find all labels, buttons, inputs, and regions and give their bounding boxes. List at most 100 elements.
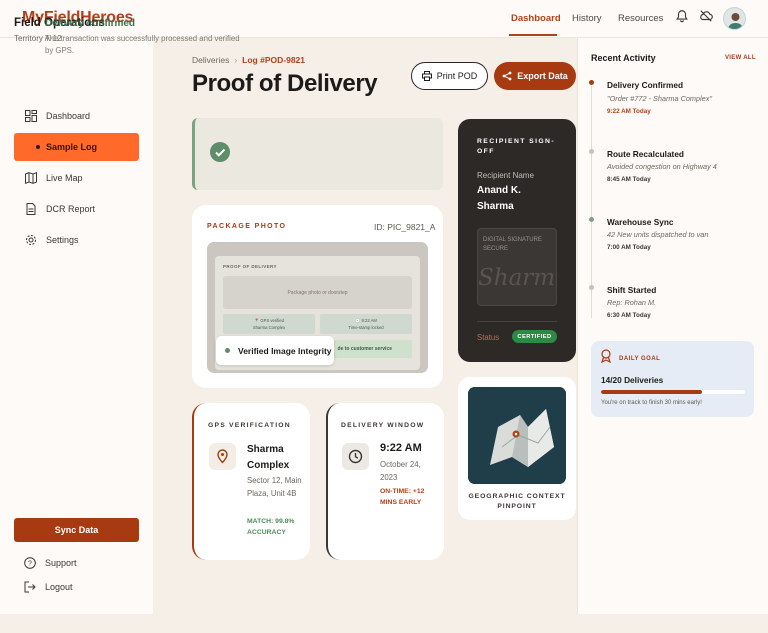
sidebar-item-settings[interactable]: Settings <box>14 226 139 254</box>
logout-link[interactable]: Logout <box>24 581 73 593</box>
map-icon <box>25 172 37 184</box>
goal-medal-icon <box>601 349 611 363</box>
timeline-dot <box>589 149 594 154</box>
recipient-name: Anand K. Sharma <box>477 185 521 212</box>
share-icon <box>502 71 512 81</box>
sidebar-item-label: Settings <box>46 235 79 245</box>
sidebar-item-label: Sample Log <box>46 142 98 152</box>
cloud-off-icon[interactable] <box>699 9 713 23</box>
photo-id: ID: PIC_9821_A <box>374 222 436 232</box>
nav-history[interactable]: History <box>572 13 602 24</box>
delivery-confirmed-banner <box>192 118 443 190</box>
activity-time: 6:30 AM Today <box>607 312 651 319</box>
nav-resources[interactable]: Resources <box>618 13 663 24</box>
activity-panel <box>577 38 768 614</box>
certified-badge: CERTIFIED <box>512 330 557 343</box>
logout-label: Logout <box>45 582 73 592</box>
svg-text:?: ? <box>28 561 32 568</box>
daily-goal-progress-fill <box>601 390 702 394</box>
signature-box[interactable]: DIGITAL SIGNATURE SECURE Sharma <box>477 228 557 306</box>
view-all-link[interactable]: VIEW ALL <box>725 55 756 61</box>
sync-data-button[interactable]: Sync Data <box>14 518 139 542</box>
map-caption: GEOGRAPHIC CONTEXT PINPOINT <box>468 493 566 510</box>
geographic-map-image[interactable] <box>468 387 566 484</box>
delivery-date: October 24, 2023 <box>380 460 421 482</box>
delivery-time: 9:22 AM <box>380 442 422 454</box>
timeline-dot <box>589 285 594 290</box>
signature-caption: DIGITAL SIGNATURE SECURE <box>483 237 542 252</box>
clock-icon <box>342 443 369 470</box>
dashboard-icon <box>25 110 37 122</box>
bell-icon[interactable] <box>675 9 689 23</box>
help-icon: ? <box>24 557 36 569</box>
nav-active-underline <box>509 34 557 36</box>
page-title: Proof of Delivery <box>192 70 378 97</box>
export-data-button[interactable]: Export Data <box>494 62 576 90</box>
activity-title: Warehouse Sync <box>607 217 674 227</box>
activity-time: 9:22 AM Today <box>607 108 651 115</box>
timeline-line <box>591 86 592 318</box>
status-dot-icon <box>225 348 230 353</box>
photo-inner-title: PROOF OF DELIVERY <box>223 264 277 269</box>
folded-map-icon <box>468 387 566 484</box>
signature-image: Sharma <box>478 265 556 291</box>
package-photo-label: PACKAGE PHOTO <box>207 223 287 230</box>
print-pod-button[interactable]: Print POD <box>411 62 488 90</box>
sidebar-item-dashboard[interactable]: Dashboard <box>14 102 139 130</box>
sidebar-item-label: Dashboard <box>46 111 91 121</box>
nav-dashboard[interactable]: Dashboard <box>511 13 561 24</box>
document-icon <box>26 203 36 215</box>
timeline-dot <box>589 80 594 85</box>
photo-inner-drop: Package photo or doorstep <box>223 276 412 309</box>
user-avatar[interactable] <box>723 7 746 30</box>
daily-goal-label: DAILY GOAL <box>619 356 661 362</box>
recent-activity-title: Recent Activity <box>591 53 656 63</box>
confirmation-title: Delivery confirmed <box>45 18 136 29</box>
printer-icon <box>421 71 432 81</box>
timeline-dot <box>589 217 594 222</box>
print-pod-label: Print POD <box>436 71 478 81</box>
support-link[interactable]: ? Support <box>24 557 77 569</box>
breadcrumb-current: Log #POD-9821 <box>242 55 305 65</box>
export-data-label: Export Data <box>517 71 568 81</box>
gps-address: Sector 12, Main Plaza, Unit 4B <box>247 476 302 498</box>
photo-inner-chip-gps: 📍 GPS verified Sharma Complex <box>223 314 315 334</box>
recipient-signoff-label: RECIPIENT SIGN-OFF <box>477 138 556 155</box>
divider <box>477 321 557 322</box>
daily-goal-note: You're on track to finish 30 mins early! <box>601 400 702 406</box>
sidebar-item-dcr-report[interactable]: DCR Report <box>14 195 139 223</box>
daily-goal-value: 14/20 Deliveries <box>601 375 664 385</box>
dot-icon <box>36 145 40 149</box>
activity-title: Route Recalculated <box>607 149 684 159</box>
avatar-person-icon <box>728 13 743 29</box>
activity-desc: Rep: Rohan M. <box>607 298 657 307</box>
location-pin-icon <box>209 443 236 470</box>
activity-title: Delivery Confirmed <box>607 80 684 90</box>
verified-label: Verified Image Integrity <box>238 345 332 356</box>
verified-integrity-badge: Verified Image Integrity <box>216 336 334 365</box>
photo-inner-chip-time: 🕘 9:22 AM Time-stamp locked <box>320 314 412 334</box>
check-circle-icon <box>210 142 230 162</box>
sidebar-item-label: DCR Report <box>46 204 96 214</box>
sidebar-item-label: Live Map <box>46 173 83 183</box>
on-time-status: ON-TIME: +12 MINS EARLY <box>380 488 425 506</box>
signoff-status-label: Status <box>477 333 500 342</box>
gps-match-accuracy: MATCH: 99.8% ACCURACY <box>247 518 295 536</box>
logout-icon <box>24 581 36 593</box>
gps-verification-label: GPS VERIFICATION <box>208 422 291 429</box>
confirmation-text: The transaction was successfully process… <box>45 34 240 55</box>
activity-desc: Avoided congestion on Highway 4 <box>607 162 717 171</box>
activity-desc: 42 New units dispatched to van <box>607 230 709 239</box>
support-label: Support <box>45 558 77 568</box>
daily-goal-progress <box>601 390 745 394</box>
activity-title: Shift Started <box>607 285 657 295</box>
gps-location-name: Sharma Complex <box>247 444 290 471</box>
gear-icon <box>26 235 36 245</box>
activity-time: 8:45 AM Today <box>607 176 651 183</box>
sidebar-item-live-map[interactable]: Live Map <box>14 164 139 192</box>
recipient-name-label: Recipient Name <box>477 171 534 180</box>
delivery-window-label: DELIVERY WINDOW <box>341 422 425 429</box>
activity-desc: "Order #772 - Sharma Complex" <box>607 94 712 103</box>
sidebar-item-sample-log[interactable]: Sample Log <box>14 133 139 161</box>
activity-time: 7:00 AM Today <box>607 244 651 251</box>
